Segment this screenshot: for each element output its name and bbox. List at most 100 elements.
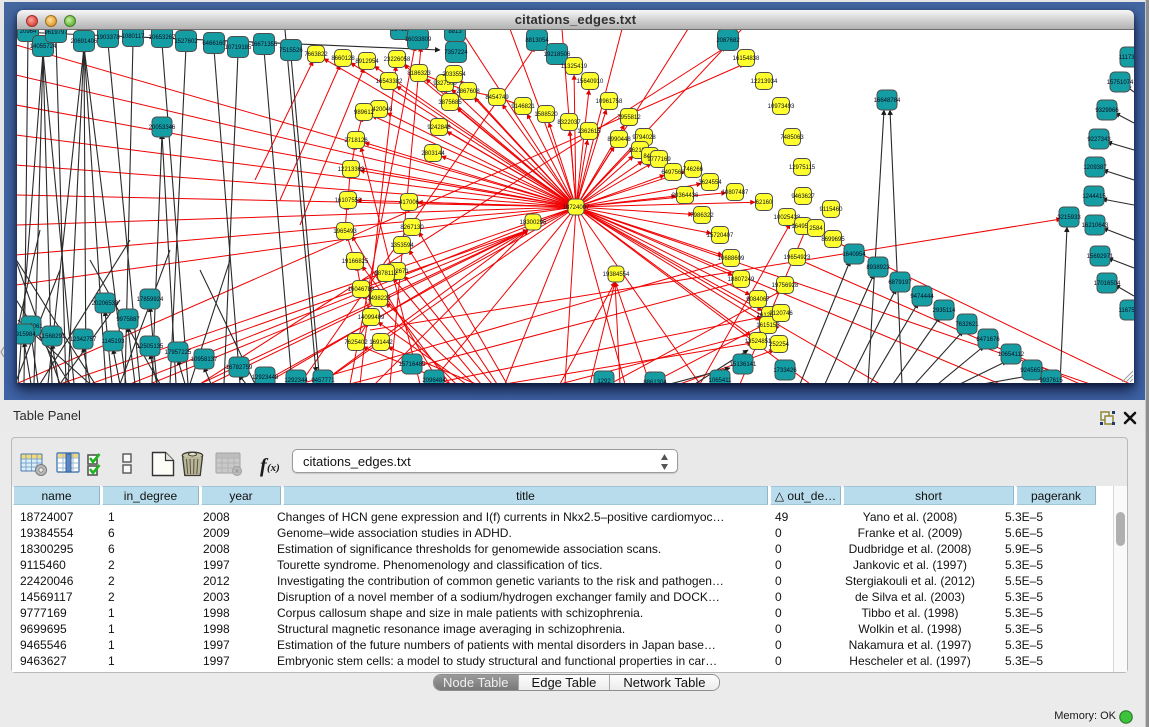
svg-text:1615152: 1615152: [756, 323, 780, 329]
svg-text:1353594: 1353594: [390, 243, 414, 249]
svg-text:12213363: 12213363: [338, 167, 365, 173]
svg-text:9115460: 9115460: [820, 207, 844, 213]
svg-text:252254: 252254: [769, 342, 790, 348]
svg-text:1167530: 1167530: [1119, 308, 1134, 314]
svg-text:7986322: 7986322: [690, 213, 714, 219]
svg-text:14099489: 14099489: [358, 315, 385, 321]
svg-text:10958137: 10958137: [191, 357, 218, 363]
svg-text:20964: 20964: [20, 30, 37, 35]
svg-text:1691442: 1691442: [369, 340, 393, 346]
svg-text:9474444: 9474444: [910, 294, 934, 300]
svg-text:2935114: 2935114: [933, 308, 957, 314]
svg-text:7485063: 7485063: [780, 135, 804, 141]
svg-text:10653267: 10653267: [149, 35, 176, 41]
svg-text:1733426: 1733426: [773, 368, 797, 374]
svg-text:9777169: 9777169: [647, 157, 671, 163]
svg-text:19384554: 19384554: [603, 272, 630, 278]
svg-text:11568291: 11568291: [39, 334, 66, 340]
svg-text:8938923: 8938923: [866, 265, 890, 271]
svg-text:7625402: 7625402: [344, 340, 368, 346]
svg-text:1244415: 1244415: [1082, 194, 1106, 200]
svg-text:9227343: 9227343: [1087, 137, 1111, 143]
svg-text:3624554: 3624554: [698, 180, 722, 186]
svg-text:16154838: 16154838: [733, 56, 760, 62]
svg-text:2096484: 2096484: [422, 378, 446, 383]
svg-text:(x): (x): [267, 462, 280, 474]
svg-text:9084067: 9084067: [746, 297, 770, 303]
svg-text:15692971: 15692971: [1087, 254, 1114, 260]
svg-text:18300295: 18300295: [520, 220, 547, 226]
svg-text:19756928: 19756928: [772, 283, 799, 289]
svg-text:8267130: 8267130: [400, 225, 424, 231]
svg-text:8471676: 8471676: [976, 337, 1000, 343]
svg-text:15136141: 15136141: [730, 362, 757, 368]
svg-text:8912954: 8912954: [355, 59, 379, 65]
svg-text:9463627: 9463627: [791, 194, 815, 200]
svg-text:16033809: 16033809: [405, 37, 432, 43]
svg-text:2584: 2584: [809, 226, 823, 232]
svg-text:15716485: 15716485: [399, 362, 426, 368]
svg-text:9619797: 9619797: [44, 30, 68, 36]
svg-text:2033554: 2033554: [442, 72, 466, 78]
svg-text:16782759: 16782759: [226, 365, 253, 371]
svg-text:10807487: 10807487: [722, 190, 749, 196]
svg-text:1965493: 1965493: [333, 229, 357, 235]
svg-text:1292: 1292: [597, 379, 611, 383]
svg-text:7357224: 7357224: [444, 50, 468, 56]
svg-text:9457771: 9457771: [311, 378, 335, 383]
svg-text:23226058: 23226058: [384, 57, 411, 63]
svg-text:14055724: 14055724: [30, 44, 57, 50]
svg-text:15640910: 15640910: [577, 79, 604, 85]
svg-text:10688609: 10688609: [718, 256, 745, 262]
svg-text:1903378: 1903378: [96, 35, 120, 41]
svg-text:11325419: 11325419: [561, 64, 588, 70]
svg-text:10973493: 10973493: [768, 104, 795, 110]
svg-text:19218506: 19218506: [544, 52, 571, 58]
svg-text:9975887: 9975887: [116, 317, 140, 323]
svg-text:2087682: 2087682: [716, 38, 740, 44]
svg-text:8454749: 8454749: [485, 95, 509, 101]
svg-text:20053346: 20053346: [149, 125, 176, 131]
svg-text:16107553: 16107553: [335, 198, 362, 204]
svg-text:6466160: 6466160: [202, 41, 226, 47]
svg-text:1588520: 1588520: [534, 112, 558, 118]
svg-text:19654923: 19654923: [784, 255, 811, 261]
svg-text:12213934: 12213934: [751, 79, 778, 85]
svg-text:20364436: 20364436: [672, 193, 699, 199]
svg-text:7632621: 7632621: [955, 322, 979, 328]
svg-text:8699695: 8699695: [821, 237, 845, 243]
svg-text:17957225: 17957225: [165, 350, 192, 356]
svg-text:1292344: 1292344: [284, 378, 308, 383]
svg-text:20691406: 20691406: [71, 39, 98, 45]
svg-text:9242848: 9242848: [427, 125, 451, 131]
svg-text:16648784: 16648784: [874, 98, 901, 104]
svg-text:12923448: 12923448: [252, 375, 279, 381]
svg-text:20206533: 20206533: [92, 301, 119, 307]
svg-text:15720407: 15720407: [707, 233, 734, 239]
svg-text:13524851: 13524851: [745, 339, 772, 345]
svg-text:8878112: 8878112: [375, 271, 399, 277]
svg-text:10961758: 10961758: [596, 99, 623, 105]
svg-text:12975115: 12975115: [789, 165, 816, 171]
svg-text:15751074: 15751074: [1107, 80, 1134, 86]
svg-text:10654112: 10654112: [998, 352, 1025, 358]
svg-text:16210643: 16210643: [1082, 223, 1109, 229]
svg-text:8813: 8813: [448, 30, 462, 35]
svg-text:1145193: 1145193: [102, 339, 126, 345]
svg-text:1362615: 1362615: [577, 129, 601, 135]
svg-text:3215933: 3215933: [1057, 215, 1081, 221]
svg-text:18807249: 18807249: [728, 277, 755, 283]
svg-text:3915984: 3915984: [17, 332, 36, 338]
svg-text:8861304: 8861304: [643, 380, 667, 383]
svg-text:3498222: 3498222: [367, 296, 391, 302]
svg-text:8660128: 8660128: [331, 56, 355, 62]
svg-text:3875685: 3875685: [438, 100, 462, 106]
svg-text:6497568: 6497568: [661, 170, 685, 176]
svg-text:9329966: 9329966: [1095, 108, 1119, 114]
svg-text:17859924: 17859924: [137, 297, 164, 303]
svg-text:9937615: 9937615: [1039, 378, 1063, 383]
svg-text:12342757: 12342757: [70, 337, 97, 343]
svg-text:1209387: 1209387: [1083, 165, 1107, 171]
svg-text:1640954: 1640954: [842, 252, 866, 258]
svg-text:7515526: 7515526: [279, 48, 303, 54]
